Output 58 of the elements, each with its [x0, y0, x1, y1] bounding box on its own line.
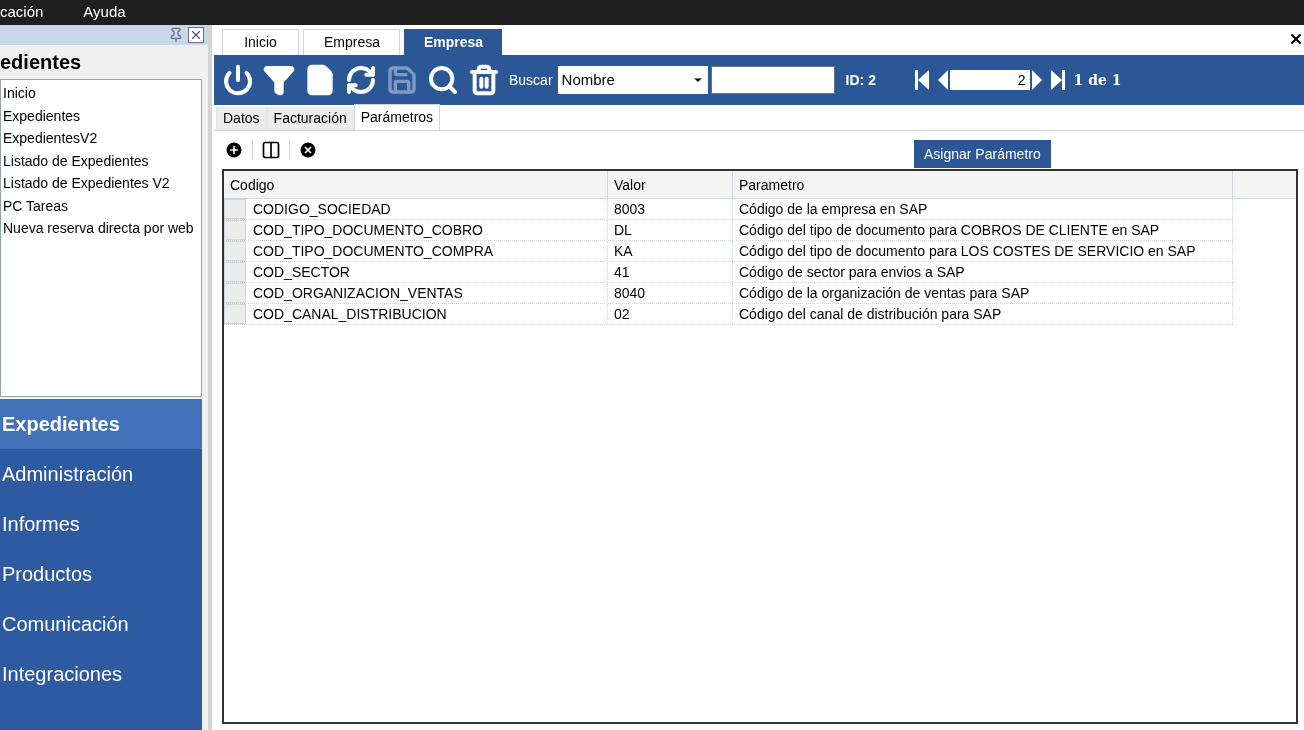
table-cell: Código de la empresa en SAP — [733, 199, 1233, 219]
first-page-icon[interactable] — [914, 70, 929, 90]
document-tab[interactable]: Empresa — [404, 29, 502, 55]
delete-icon[interactable] — [298, 140, 318, 160]
table-cell: Código del canal de distribución para SAP — [733, 304, 1233, 324]
last-page-icon[interactable] — [1050, 70, 1065, 90]
document-icon[interactable] — [304, 64, 336, 96]
list-item[interactable]: Inicio — [3, 82, 201, 105]
nav-section[interactable]: Expedientes — [0, 399, 202, 449]
id-label: ID: 2 — [845, 70, 877, 90]
list-item[interactable]: Listado de Expedientes V2 — [3, 172, 201, 195]
power-icon[interactable] — [222, 64, 254, 96]
sub-tab[interactable]: Facturación — [266, 107, 354, 130]
sub-tab[interactable]: Parámetros — [353, 104, 441, 130]
table-cell: CODIGO_SOCIEDAD — [246, 199, 608, 219]
table-cell: 8003 — [608, 199, 733, 219]
page-count: 1 de 1 — [1073, 70, 1122, 90]
sub-tab[interactable]: Datos — [216, 107, 267, 130]
column-header[interactable]: Valor — [608, 171, 733, 198]
trash-icon[interactable] — [468, 64, 500, 96]
search-input[interactable] — [710, 66, 835, 94]
menu-item[interactable]: cación — [0, 1, 84, 24]
list-item[interactable]: ExpedientesV2 — [3, 127, 201, 150]
table-cell: COD_ORGANIZACION_VENTAS — [246, 283, 608, 303]
pin-icon[interactable] — [168, 27, 184, 43]
table-cell: COD_SECTOR — [246, 262, 608, 282]
columns-icon[interactable] — [261, 140, 281, 160]
list-item[interactable]: Expedientes — [3, 104, 201, 127]
search-label: Buscar — [509, 70, 553, 90]
list-item[interactable]: Listado de Expedientes — [3, 149, 201, 172]
table-cell: Código del tipo de documento para COBROS DE CLIENTE en SAP — [733, 220, 1233, 240]
table-cell: COD_TIPO_DOCUMENTO_COMPRA — [246, 241, 608, 261]
table-cell: 41 — [608, 262, 733, 282]
list-item[interactable]: PC Tareas — [3, 194, 201, 217]
list-item[interactable]: Nueva reserva directa por web — [3, 217, 201, 240]
document-tab[interactable]: Inicio — [222, 29, 299, 55]
table-cell: COD_CANAL_DISTRIBUCION — [246, 304, 608, 324]
search-field-dropdown[interactable]: Nombre — [557, 66, 708, 94]
table-cell: COD_TIPO_DOCUMENTO_COBRO — [246, 220, 608, 240]
menu-item[interactable]: Ayuda — [83, 1, 150, 24]
column-header[interactable]: Parametro — [733, 171, 1233, 198]
panel-title: edientes — [0, 50, 83, 75]
close-icon[interactable] — [1288, 31, 1304, 47]
assign-parameter-button[interactable]: Asignar Parámetro — [914, 140, 1051, 168]
document-tab[interactable]: Empresa — [303, 29, 400, 55]
filter-icon[interactable] — [263, 64, 295, 96]
table-cell: KA — [608, 241, 733, 261]
table-cell: Código de sector para envios a SAP — [733, 262, 1233, 282]
table-cell: DL — [608, 220, 733, 240]
table-cell: Código del tipo de documento para LOS COSTES DE SERVICIO en SAP — [733, 241, 1233, 261]
table-cell: 8040 — [608, 283, 733, 303]
search-icon[interactable] — [427, 64, 459, 96]
close-icon[interactable] — [188, 27, 204, 43]
column-header[interactable]: Codigo — [224, 171, 608, 198]
refresh-icon[interactable] — [345, 64, 377, 96]
table-cell: Código de la organización de ventas para SAP — [733, 283, 1233, 303]
table-cell: 02 — [608, 304, 733, 324]
add-icon[interactable] — [224, 140, 244, 160]
